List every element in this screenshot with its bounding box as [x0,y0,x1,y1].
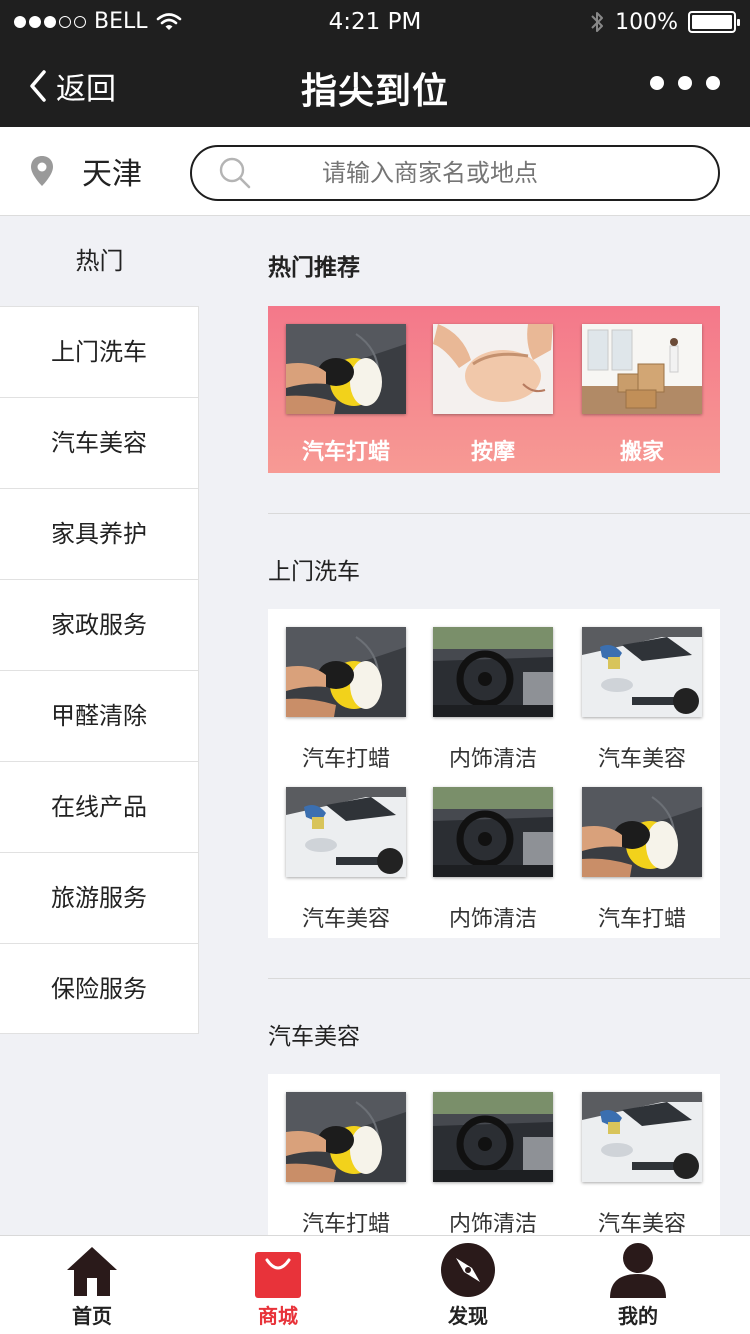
service-item-label: 内饰清洁 [448,747,537,772]
car-interior-image [433,627,553,717]
car-waxing-image [286,324,406,414]
car-interior-image [433,1092,553,1182]
service-item-car-waxing[interactable]: 汽车打蜡 [286,1092,406,1238]
moving-image [582,324,702,414]
city-name: 天津 [82,157,142,192]
page-title: 指尖到位 [300,71,449,112]
section-title-car-beauty: 汽车美容 [268,1024,360,1050]
status-bar: BELL 4:21 PM 100% [0,0,750,44]
shopping-bag-icon [255,1252,301,1298]
section-divider [268,978,750,979]
tab-discover[interactable]: 发现 [408,1242,528,1329]
search-icon [219,157,251,189]
tab-label: 商城 [258,1304,298,1328]
service-item-car-beauty[interactable]: 汽车美容 [286,787,406,933]
user-icon [610,1243,666,1298]
white-car-image [286,787,406,877]
hot-item-label: 按摩 [470,440,515,465]
category-sidebar: 热门 上门洗车 汽车美容 家具养护 家政服务 甲醛清除 在线产品 旅游服务 保险… [0,216,199,1034]
search-box[interactable] [190,145,720,201]
service-item-label: 汽车美容 [301,907,390,932]
section-title-hot: 热门推荐 [268,255,360,281]
service-item-car-waxing[interactable]: 汽车打蜡 [286,627,406,773]
service-item-car-beauty[interactable]: 汽车美容 [582,1092,702,1238]
bottom-tab-bar: 首页 商城 发现 我的 [0,1235,750,1334]
car-wash-grid: 汽车打蜡 内饰清洁 汽车美容 汽车美容 内饰清洁 汽车打蜡 [268,609,720,938]
sidebar-item-car-beauty[interactable]: 汽车美容 [0,397,199,488]
sidebar-item-housekeeping[interactable]: 家政服务 [0,579,199,670]
service-item-interior-cleaning[interactable]: 内饰清洁 [433,1092,553,1238]
tab-label: 发现 [448,1304,488,1328]
service-item-label: 汽车美容 [597,747,686,772]
service-item-car-beauty[interactable]: 汽车美容 [582,627,702,773]
battery-icon [688,11,740,33]
service-item-label: 汽车打蜡 [301,747,390,772]
nav-bar: 返回 指尖到位 [0,44,750,127]
service-item-label: 内饰清洁 [448,907,537,932]
sidebar-item-travel[interactable]: 旅游服务 [0,852,199,943]
tab-home[interactable]: 首页 [32,1242,152,1329]
hot-item-label: 搬家 [619,440,664,465]
car-waxing-image [286,1092,406,1182]
service-item-interior-cleaning[interactable]: 内饰清洁 [433,627,553,773]
home-icon [67,1247,117,1296]
service-item-label: 汽车美容 [597,1212,686,1237]
compass-icon [441,1243,495,1297]
service-item-car-waxing[interactable]: 汽车打蜡 [582,787,702,933]
car-waxing-image [286,627,406,717]
hot-item-car-waxing[interactable]: 汽车打蜡 [286,324,406,466]
car-waxing-image [582,787,702,877]
sidebar-list: 上门洗车 汽车美容 家具养护 家政服务 甲醛清除 在线产品 旅游服务 保险服务 [0,306,199,1034]
service-item-label: 内饰清洁 [448,1212,537,1237]
tab-label: 首页 [72,1304,112,1328]
more-options-icon[interactable] [650,76,720,90]
hot-recommend-banner: 汽车打蜡 按摩 搬家 [268,306,720,473]
hot-item-label: 汽车打蜡 [301,440,390,465]
sidebar-item-car-wash[interactable]: 上门洗车 [0,306,199,397]
car-interior-image [433,787,553,877]
location-pin-icon [31,156,53,186]
service-item-interior-cleaning[interactable]: 内饰清洁 [433,787,553,933]
tab-label: 我的 [618,1304,658,1328]
tab-me[interactable]: 我的 [578,1242,698,1329]
white-car-image [582,1092,702,1182]
massage-image [433,324,553,414]
section-divider [268,513,750,514]
sidebar-item-hot[interactable]: 热门 [0,216,199,306]
sidebar-item-formaldehyde-removal[interactable]: 甲醛清除 [0,670,199,761]
white-car-image [582,627,702,717]
search-row: 天津 [0,127,750,216]
service-item-label: 汽车打蜡 [597,907,686,932]
sidebar-item-online-products[interactable]: 在线产品 [0,761,199,852]
city-selector[interactable]: 天津 [30,149,142,193]
tab-mall[interactable]: 商城 [218,1242,338,1329]
hot-item-moving[interactable]: 搬家 [582,324,702,466]
service-item-label: 汽车打蜡 [301,1212,390,1237]
hot-item-massage[interactable]: 按摩 [433,324,553,466]
bluetooth-icon [591,12,604,32]
battery-percent: 100% [615,9,678,35]
search-input[interactable] [322,159,642,187]
top-bar: BELL 4:21 PM 100% 返回 指尖到位 [0,0,750,127]
sidebar-item-insurance[interactable]: 保险服务 [0,943,199,1034]
section-title-car-wash: 上门洗车 [268,559,360,585]
status-right: 100% [589,9,740,35]
sidebar-item-furniture-care[interactable]: 家具养护 [0,488,199,579]
